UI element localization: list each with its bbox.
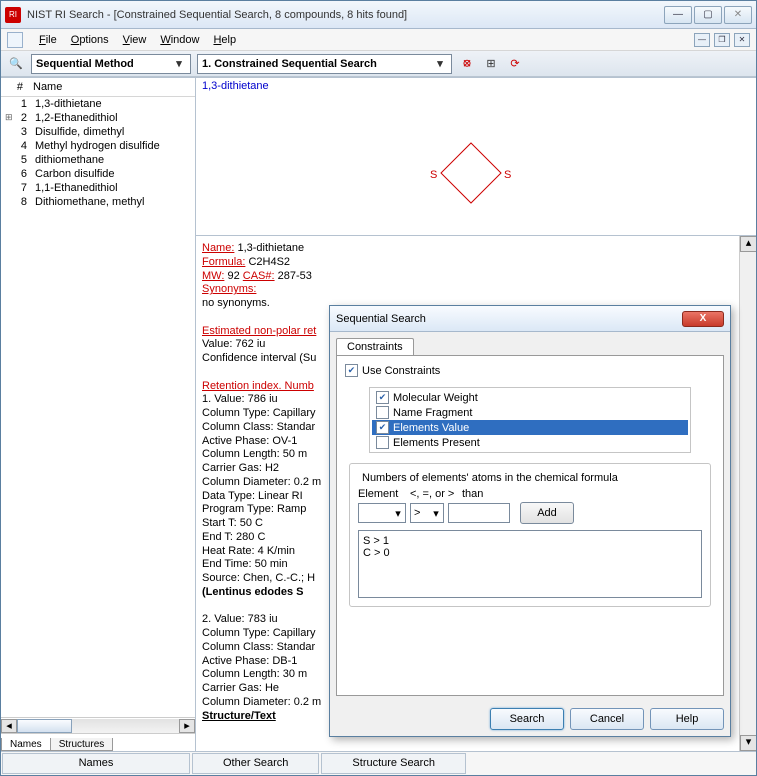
titlebar[interactable]: RI NIST RI Search - [Constrained Sequent… (1, 1, 756, 29)
refresh-icon[interactable]: ⟳ (506, 55, 524, 73)
scroll-down-button[interactable]: ▾ (740, 735, 756, 751)
opt-molecular-weight[interactable]: ✔Molecular Weight (372, 390, 688, 405)
mdi-minimize-button[interactable]: — (694, 33, 710, 47)
chevron-down-icon: ▾ (433, 57, 447, 70)
cancel-button[interactable]: Cancel (570, 708, 644, 730)
dialog-titlebar[interactable]: Sequential Search X (330, 306, 730, 332)
search-value: 1. Constrained Sequential Search (202, 58, 433, 70)
bottom-bar: Names Other Search Structure Search (1, 751, 756, 775)
list-item[interactable]: 3Disulfide, dimethyl (1, 125, 195, 139)
add-button[interactable]: Add (520, 502, 574, 524)
constraint-type-list[interactable]: ✔Molecular Weight Name Fragment ✔Element… (369, 387, 691, 453)
tab-structures[interactable]: Structures (50, 738, 114, 751)
operator-label: <, =, or > (410, 488, 458, 500)
other-search-button[interactable]: Other Search (192, 753, 319, 774)
structure-search-button[interactable]: Structure Search (321, 753, 466, 774)
use-constraints-check[interactable]: ✔ Use Constraints (345, 364, 715, 377)
window-title: NIST RI Search - [Constrained Sequential… (27, 9, 662, 21)
search-button[interactable]: Search (490, 708, 564, 730)
list-item[interactable]: 71,1-Ethanedithiol (1, 181, 195, 195)
checkbox-icon: ✔ (345, 364, 358, 377)
element-combo[interactable]: ▾ (358, 503, 406, 523)
svg-text:S: S (430, 169, 437, 181)
chevron-down-icon: ▾ (391, 507, 405, 520)
dialog-body: Constraints ✔ Use Constraints ✔Molecular… (330, 332, 730, 702)
menu-view[interactable]: View (117, 32, 153, 48)
minimize-button[interactable]: — (664, 6, 692, 24)
sequential-search-dialog: Sequential Search X Constraints ✔ Use Co… (329, 305, 731, 737)
dialog-buttons: Search Cancel Help (330, 702, 730, 736)
svg-text:S: S (504, 169, 511, 181)
method-combo[interactable]: Sequential Method ▾ (31, 54, 191, 74)
scroll-right-button[interactable]: ▸ (179, 719, 195, 733)
hitlist[interactable]: 11,3-dithietane ⊞21,2-Ethanedithiol 3Dis… (1, 97, 195, 717)
list-item[interactable]: 6Carbon disulfide (1, 167, 195, 181)
compound-name: 1,3-dithietane (202, 80, 269, 92)
tree-icon[interactable]: ⊞ (482, 55, 500, 73)
close-button[interactable]: ✕ (724, 6, 752, 24)
element-label: Element (358, 488, 406, 500)
elements-listbox[interactable]: S > 1 C > 0 (358, 530, 702, 598)
mdi-close-button[interactable]: ✕ (734, 33, 750, 47)
mdi-restore-button[interactable]: ❐ (714, 33, 730, 47)
maximize-button[interactable]: ▢ (694, 6, 722, 24)
than-input[interactable] (448, 503, 510, 523)
constraints-panel: ✔ Use Constraints ✔Molecular Weight Name… (336, 355, 724, 696)
toolbar: 🔍 Sequential Method ▾ 1. Constrained Seq… (1, 51, 756, 77)
tab-names[interactable]: Names (1, 738, 51, 751)
list-item[interactable]: 11,3-dithietane (1, 97, 195, 111)
chevron-down-icon: ▾ (429, 507, 443, 520)
col-name-header[interactable]: Name (33, 81, 62, 93)
opt-elements-value[interactable]: ✔Elements Value (372, 420, 688, 435)
method-value: Sequential Method (36, 58, 172, 70)
scroll-thumb[interactable] (17, 719, 72, 733)
menu-window[interactable]: Window (154, 32, 205, 48)
menu-help[interactable]: Help (207, 32, 242, 48)
group-header: Numbers of elements' atoms in the chemic… (358, 472, 622, 484)
tab-constraints[interactable]: Constraints (336, 338, 414, 355)
binoculars-icon[interactable]: 🔍 (7, 55, 25, 73)
chevron-down-icon: ▾ (172, 57, 186, 70)
opt-elements-present[interactable]: Elements Present (372, 435, 688, 450)
than-label: than (462, 488, 524, 500)
vscrollbar[interactable]: ▴ ▾ (739, 236, 756, 751)
operator-combo[interactable]: >▾ (410, 503, 444, 523)
structure-view[interactable]: 1,3-dithietane S S (196, 78, 756, 236)
menu-options[interactable]: Options (65, 32, 115, 48)
names-button[interactable]: Names (2, 753, 190, 774)
system-menu-icon[interactable] (7, 32, 23, 48)
hitlist-header: # Name (1, 78, 195, 97)
list-item[interactable]: 5dithiomethane (1, 153, 195, 167)
hscrollbar[interactable]: ◂ ▸ (1, 717, 195, 733)
dialog-title: Sequential Search (336, 313, 682, 325)
hitlist-tabs: Names Structures (1, 733, 195, 751)
molecule-icon: S S (426, 138, 516, 208)
list-item[interactable]: ⊞21,2-Ethanedithiol (1, 111, 195, 125)
search-combo[interactable]: 1. Constrained Sequential Search ▾ (197, 54, 452, 74)
menubar: File Options View Window Help — ❐ ✕ (1, 29, 756, 51)
hitlist-pane: # Name 11,3-dithietane ⊞21,2-Ethanedithi… (1, 78, 196, 751)
elements-group: Numbers of elements' atoms in the chemic… (349, 463, 711, 607)
scroll-up-button[interactable]: ▴ (740, 236, 756, 252)
help-button[interactable]: Help (650, 708, 724, 730)
list-item[interactable]: 4Methyl hydrogen disulfide (1, 139, 195, 153)
list-item[interactable]: 8Dithiomethane, methyl (1, 195, 195, 209)
scroll-left-button[interactable]: ◂ (1, 719, 17, 733)
opt-name-fragment[interactable]: Name Fragment (372, 405, 688, 420)
scroll-track[interactable] (17, 719, 179, 733)
col-num-header[interactable]: # (5, 81, 33, 93)
stop-icon[interactable]: ⦻ (458, 55, 476, 73)
menu-file[interactable]: File (33, 32, 63, 48)
dialog-close-button[interactable]: X (682, 311, 724, 327)
app-icon: RI (5, 7, 21, 23)
